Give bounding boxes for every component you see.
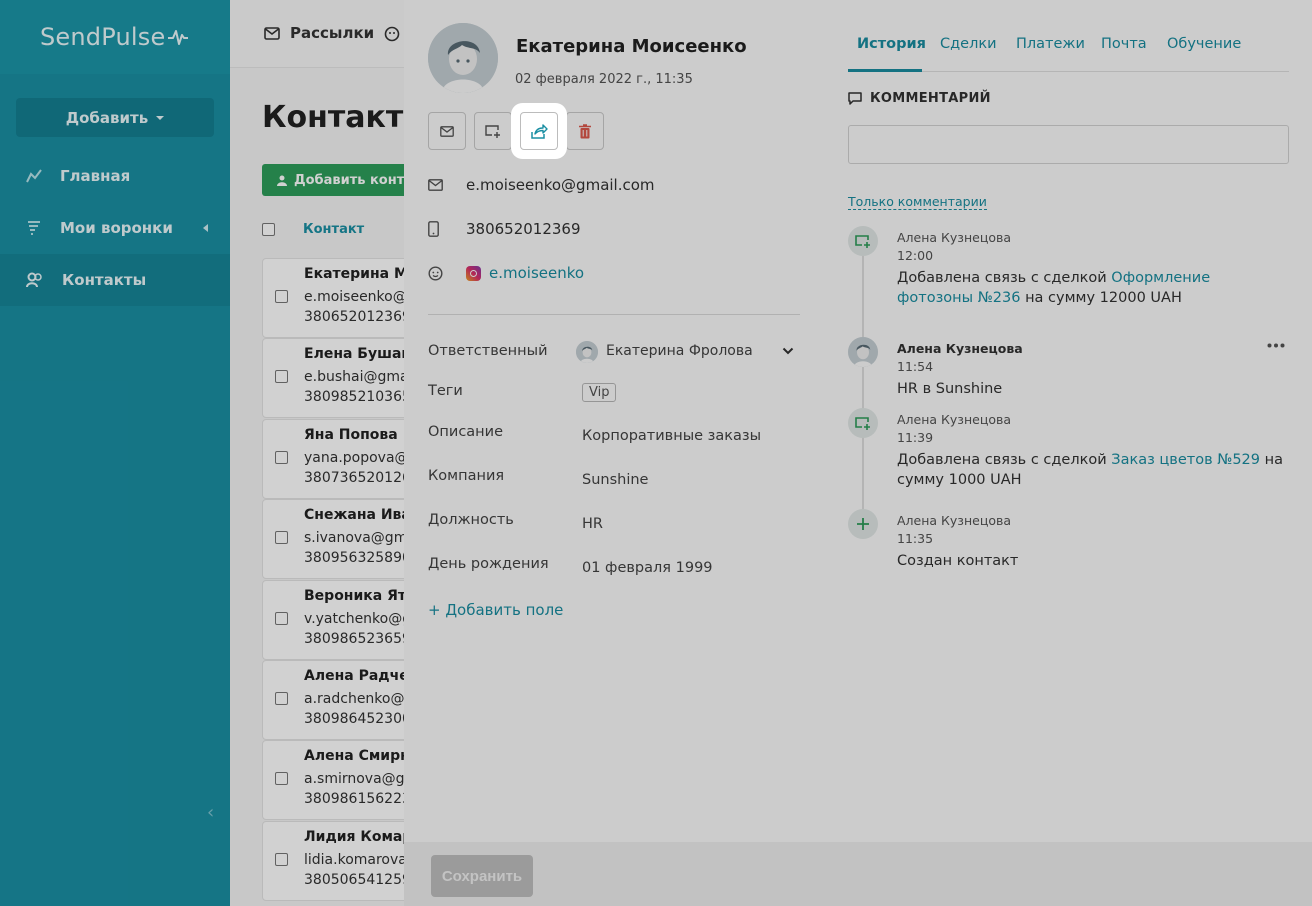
event-author: Алена Кузнецова	[897, 341, 1023, 356]
instagram-link[interactable]: e.moiseenko	[489, 264, 584, 282]
event-text: Добавлена связь с сделкой Заказ цветов №…	[897, 452, 1283, 488]
comment-heading: КОММЕНТАРИЙ	[848, 91, 991, 106]
field-label: Описание	[428, 424, 503, 440]
field-label: День рождения	[428, 556, 549, 572]
add-chat-icon	[485, 124, 500, 138]
add-deal-event-icon	[848, 226, 878, 256]
add-deal-event-icon	[848, 408, 878, 438]
more-options-icon[interactable]	[1267, 343, 1285, 348]
field-label: Компания	[428, 468, 505, 484]
field-description[interactable]: Описание Корпоративные заказы	[428, 424, 800, 448]
comment-icon	[848, 92, 862, 105]
event-text: Создан контакт	[897, 553, 1019, 569]
instagram-icon	[466, 265, 481, 281]
contact-name: Екатерина Моисеенко	[516, 36, 747, 57]
history-tabs: История Сделки Платежи Почта Обучение	[848, 0, 1289, 72]
event-time: 11:54	[897, 359, 934, 374]
avatar	[848, 337, 878, 367]
chevron-down-icon[interactable]	[782, 347, 794, 355]
share-icon	[530, 123, 548, 139]
responsible-name: Екатерина Фролова	[606, 343, 753, 359]
field-company[interactable]: Компания Sunshine	[428, 468, 800, 492]
comment-input[interactable]	[848, 125, 1289, 164]
contact-details: Екатерина Моисеенко 02 февраля 2022 г., …	[404, 0, 824, 842]
event-time: 12:00	[897, 248, 934, 263]
active-tab-indicator	[848, 69, 922, 72]
field-tags[interactable]: Теги Vip	[428, 383, 800, 407]
share-contact-button[interactable]	[520, 112, 558, 150]
field-label: Должность	[428, 512, 514, 528]
contact-email[interactable]: e.moiseenko@gmail.com	[466, 176, 655, 194]
contact-created-date: 02 февраля 2022 г., 11:35	[515, 72, 693, 87]
send-email-button[interactable]	[428, 112, 466, 150]
event-author: Алена Кузнецова	[897, 513, 1012, 528]
tab-history[interactable]: История	[857, 36, 926, 52]
contact-phone-row: 380652012369	[428, 218, 581, 240]
panel-footer: Сохранить	[404, 842, 1312, 906]
delete-contact-button[interactable]	[566, 112, 604, 150]
plus-icon	[848, 509, 878, 539]
tag-badge[interactable]: Vip	[582, 383, 617, 402]
only-comments-filter[interactable]: Только комментарии	[848, 194, 987, 210]
event-time: 11:39	[897, 430, 934, 445]
field-label: Ответственный	[428, 343, 548, 359]
trash-icon	[579, 123, 591, 138]
save-button[interactable]: Сохранить	[431, 855, 533, 897]
add-field-link[interactable]: + Добавить поле	[428, 601, 563, 619]
contact-phone[interactable]: 380652012369	[466, 220, 581, 238]
add-deal-button[interactable]	[474, 112, 512, 150]
contact-email-row: e.moiseenko@gmail.com	[428, 174, 655, 196]
history-panel: История Сделки Платежи Почта Обучение КО…	[824, 0, 1312, 842]
event-author: Алена Кузнецова	[897, 412, 1012, 427]
field-value: Sunshine	[582, 472, 649, 488]
mail-icon	[440, 125, 454, 137]
mail-icon	[428, 179, 443, 191]
avatar	[428, 23, 498, 93]
field-value: Корпоративные заказы	[582, 428, 762, 444]
tab-payments[interactable]: Платежи	[1016, 36, 1085, 52]
tab-mail[interactable]: Почта	[1101, 36, 1147, 52]
event-time: 11:35	[897, 531, 934, 546]
contact-instagram-row: e.moiseenko	[428, 262, 584, 284]
event-text: Добавлена связь с сделкой Оформление фот…	[897, 270, 1211, 306]
timeline-line	[862, 256, 864, 524]
field-value: HR	[582, 516, 603, 532]
deal-link[interactable]: Заказ цветов №529	[1111, 452, 1260, 468]
comment-heading-label: КОММЕНТАРИЙ	[870, 91, 991, 106]
contact-panel: Екатерина Моисеенко 02 февраля 2022 г., …	[404, 0, 1312, 906]
responsible-avatar	[576, 341, 598, 363]
field-birthday[interactable]: День рождения 01 февраля 1999	[428, 556, 800, 580]
tab-deals[interactable]: Сделки	[940, 36, 997, 52]
event-text: HR в Sunshine	[897, 381, 1003, 397]
field-value: 01 февраля 1999	[582, 560, 713, 576]
field-label: Теги	[428, 383, 463, 399]
field-responsible[interactable]: Ответственный Екатерина Фролова	[428, 341, 800, 367]
tab-learning[interactable]: Обучение	[1167, 36, 1241, 52]
phone-icon	[428, 221, 439, 237]
event-author: Алена Кузнецова	[897, 230, 1012, 245]
chatbot-icon	[428, 265, 443, 281]
field-position[interactable]: Должность HR	[428, 512, 800, 536]
divider	[428, 314, 800, 315]
